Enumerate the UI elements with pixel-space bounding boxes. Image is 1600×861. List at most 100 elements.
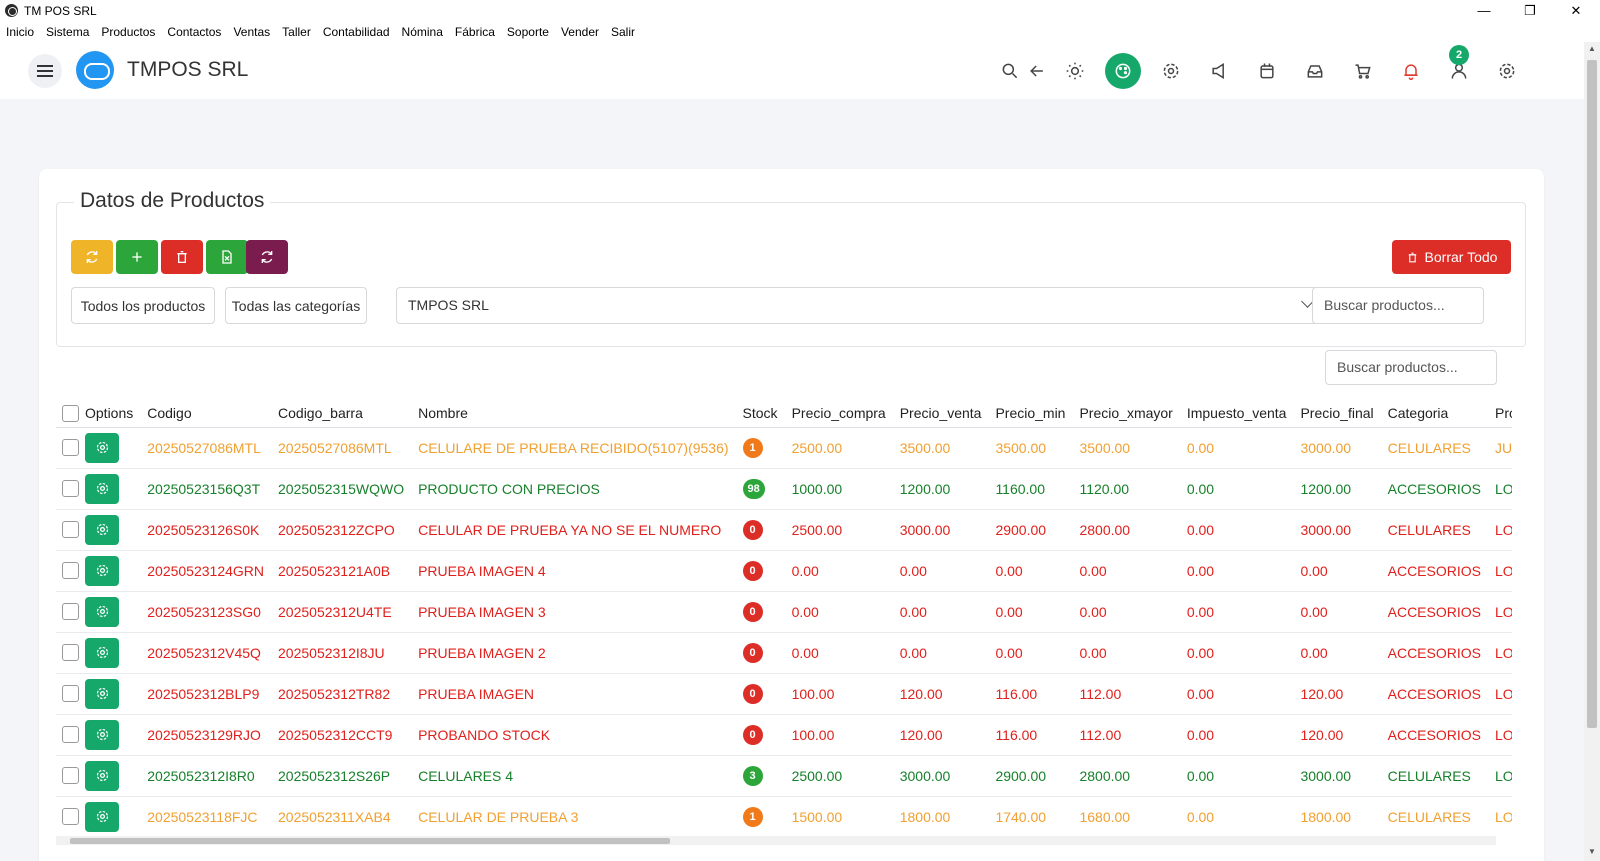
row-checkbox[interactable] [62,644,79,661]
table-row[interactable]: 20250523118FJC 2025052311XAB4 CELULAR DE P… [56,796,1512,836]
column-header-proveedor[interactable]: Proveedor [1487,400,1512,428]
bell-icon[interactable] [1396,56,1426,86]
hamburger-menu-button[interactable] [28,54,62,88]
cell-codigo-barra: 2025052312I8JU [271,632,412,674]
excel-button[interactable] [206,240,248,274]
cell-precio-venta: 0.00 [892,550,989,592]
column-header-precio-xmayor[interactable]: Precio_xmayor [1072,400,1180,428]
trash-icon [177,251,187,263]
filter-search-input[interactable]: Buscar productos... [1312,287,1484,324]
all-categories-filter[interactable]: Todas las categorías [225,287,367,324]
sun-icon[interactable] [1060,56,1090,86]
menu-item-sistema[interactable]: Sistema [46,22,89,42]
table-row[interactable]: 20250523124GRN 20250523121A0B PRUEBA IMAGE… [56,550,1512,592]
cell-stock: 0 [735,550,785,592]
row-options-button[interactable] [85,678,119,709]
table-row[interactable]: 20250523126S0K 2025052312ZCPO CELULAR DE P… [56,509,1512,551]
column-header-precio-compra[interactable]: Precio_compra [784,400,893,428]
cell-precio-final: 3000.00 [1293,427,1381,469]
menu-item-inicio[interactable]: Inicio [6,22,34,42]
add-button[interactable] [116,240,158,274]
vertical-scrollbar[interactable]: ▲ ▼ [1584,42,1600,861]
cart-icon[interactable] [1348,56,1378,86]
column-header-impuesto-venta[interactable]: Impuesto_venta [1179,400,1294,428]
megaphone-icon[interactable] [1204,56,1234,86]
company-select[interactable]: TMPOS SRL [396,287,1323,324]
table-row[interactable]: 20250527086MTL 20250527086MTL CELULARE DE … [56,427,1512,469]
column-header-nombre[interactable]: Nombre [411,400,736,428]
menu-item-fabrica[interactable]: Fábrica [455,22,495,42]
gear-icon[interactable] [1492,56,1522,86]
row-checkbox[interactable] [62,562,79,579]
horizontal-scrollbar[interactable] [56,836,1496,845]
table-row[interactable]: 2025052312V45Q 2025052312I8JU PRUEBA IMAGE… [56,632,1512,674]
row-options-button[interactable] [85,760,119,791]
menu-item-ventas[interactable]: Ventas [233,22,270,42]
column-header-categoria[interactable]: Categoria [1380,400,1488,428]
minimize-button[interactable]: — [1461,0,1507,22]
menu-item-contactos[interactable]: Contactos [167,22,221,42]
cell-stock: 0 [735,673,785,715]
row-options-button[interactable] [85,432,119,463]
menu-item-taller[interactable]: Taller [282,22,311,42]
table-row[interactable]: 2025052312I8R0 2025052312S26P CELULARES 4 3… [56,755,1512,797]
table-row[interactable]: 2025052312BLP9 2025052312TR82 PRUEBA IMAGE… [56,673,1512,715]
row-options-button[interactable] [85,637,119,668]
restore-button[interactable]: ❐ [1507,0,1553,22]
menu-item-soporte[interactable]: Soporte [507,22,549,42]
stock-badge: 3 [742,765,763,786]
column-header-codigo[interactable]: Codigo [140,400,272,428]
menu-item-salir[interactable]: Salir [611,22,635,42]
menu-item-productos[interactable]: Productos [101,22,155,42]
column-header-precio-venta[interactable]: Precio_venta [892,400,989,428]
inbox-icon[interactable] [1300,56,1330,86]
table-row[interactable]: 20250523129RJO 2025052312CCT9 PROBANDO STO… [56,714,1512,756]
column-header-codigo-barra[interactable]: Codigo_barra [271,400,412,428]
row-checkbox[interactable] [62,726,79,743]
row-options-button[interactable] [85,514,119,545]
cell-nombre: CELULARES 4 [411,755,736,797]
column-header-options[interactable]: Options [85,400,141,428]
row-options-button[interactable] [85,473,119,504]
cell-stock: 3 [735,755,785,797]
row-checkbox[interactable] [62,521,79,538]
table-row[interactable]: 20250523123SG0 2025052312U4TE PRUEBA IMAGE… [56,591,1512,633]
row-checkbox[interactable] [62,603,79,620]
cell-precio-xmayor: 112.00 [1072,673,1180,715]
all-products-filter[interactable]: Todos los productos [71,287,215,324]
table-search-input[interactable]: Buscar productos... [1325,350,1497,385]
search-icon[interactable] [995,56,1025,86]
gear-icon [96,769,108,782]
delete-button[interactable] [161,240,203,274]
row-checkbox[interactable] [62,767,79,784]
menu-item-contabilidad[interactable]: Contabilidad [323,22,390,42]
menu-item-vender[interactable]: Vender [561,22,599,42]
row-checkbox[interactable] [62,480,79,497]
row-options-button[interactable] [85,596,119,627]
close-button[interactable]: ✕ [1553,0,1599,22]
cell-nombre: PROBANDO STOCK [411,714,736,756]
refresh-icon [86,251,98,263]
cell-stock: 1 [735,796,785,836]
row-options-button[interactable] [85,801,119,832]
column-header-precio-min[interactable]: Precio_min [988,400,1073,428]
row-options-button[interactable] [85,555,119,586]
calendar-icon[interactable] [1252,56,1282,86]
back-arrow-icon[interactable] [1022,56,1052,86]
row-checkbox[interactable] [62,808,79,825]
settings-icon[interactable] [1156,56,1186,86]
gear-icon [96,564,108,577]
column-header-stock[interactable]: Stock [735,400,785,428]
palette-icon[interactable] [1105,53,1141,89]
menu-item-nomina[interactable]: Nómina [402,22,443,42]
column-header-precio-final[interactable]: Precio_final [1293,400,1381,428]
row-checkbox[interactable] [62,685,79,702]
cell-precio-venta: 0.00 [892,632,989,674]
row-checkbox[interactable] [62,439,79,456]
row-options-button[interactable] [85,719,119,750]
refresh-button[interactable] [71,240,113,274]
sync-button[interactable] [246,240,288,274]
borrar-todo-button[interactable]: Borrar Todo [1392,240,1511,274]
table-row[interactable]: 20250523156Q3T 2025052315WQWO PRODUCTO CON… [56,468,1512,510]
select-all-checkbox[interactable] [62,404,79,422]
